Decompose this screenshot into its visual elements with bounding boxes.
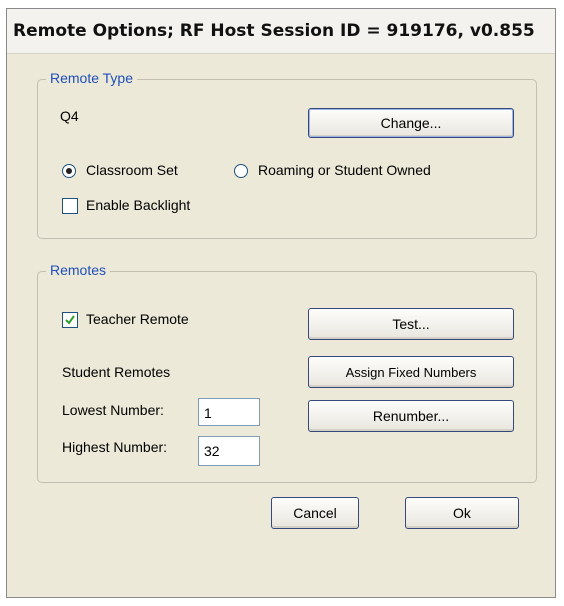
change-button[interactable]: Change...: [308, 108, 514, 138]
roaming-radio[interactable]: [234, 164, 248, 178]
assign-fixed-numbers-label: Assign Fixed Numbers: [345, 364, 477, 380]
cancel-button[interactable]: Cancel: [271, 497, 359, 529]
remote-type-group: Remote Type Q4 Change... Classroom Set R…: [37, 70, 537, 239]
enable-backlight-checkbox[interactable]: [62, 198, 78, 214]
renumber-button-label: Renumber...: [372, 408, 450, 424]
change-button-label: Change...: [380, 115, 442, 131]
highest-number-input[interactable]: 32: [198, 436, 260, 466]
roaming-label[interactable]: Roaming or Student Owned: [258, 162, 431, 178]
renumber-button[interactable]: Renumber...: [308, 400, 514, 432]
teacher-remote-label[interactable]: Teacher Remote: [86, 311, 189, 327]
enable-backlight-label[interactable]: Enable Backlight: [86, 197, 190, 213]
radio-selected-dot: [66, 168, 72, 174]
remotes-group: Remotes Teacher Remote Test... Student R…: [37, 262, 537, 483]
title-bar[interactable]: Remote Options; RF Host Session ID = 919…: [7, 9, 555, 54]
remote-options-dialog: Remote Options; RF Host Session ID = 919…: [6, 8, 556, 598]
highest-number-label: Highest Number:: [62, 439, 168, 455]
classroom-set-radio[interactable]: [62, 164, 76, 178]
ok-button[interactable]: Ok: [405, 497, 519, 529]
lowest-number-value: 1: [204, 405, 212, 421]
test-button[interactable]: Test...: [308, 308, 514, 340]
window-title: Remote Options; RF Host Session ID = 919…: [13, 21, 535, 41]
checkmark-icon: [65, 315, 75, 325]
student-remotes-label: Student Remotes: [62, 364, 171, 380]
lowest-number-label: Lowest Number:: [62, 402, 164, 418]
highest-number-value: 32: [204, 443, 220, 459]
teacher-remote-checkbox[interactable]: [62, 312, 78, 328]
assign-fixed-numbers-button[interactable]: Assign Fixed Numbers: [308, 356, 514, 388]
classroom-set-label[interactable]: Classroom Set: [86, 162, 178, 178]
test-button-label: Test...: [392, 316, 430, 332]
ok-button-label: Ok: [453, 505, 471, 521]
cancel-button-label: Cancel: [293, 505, 337, 521]
remote-type-legend: Remote Type: [46, 70, 138, 86]
remotes-legend: Remotes: [46, 262, 111, 278]
lowest-number-input[interactable]: 1: [198, 398, 260, 426]
current-remote-type: Q4: [60, 108, 79, 124]
